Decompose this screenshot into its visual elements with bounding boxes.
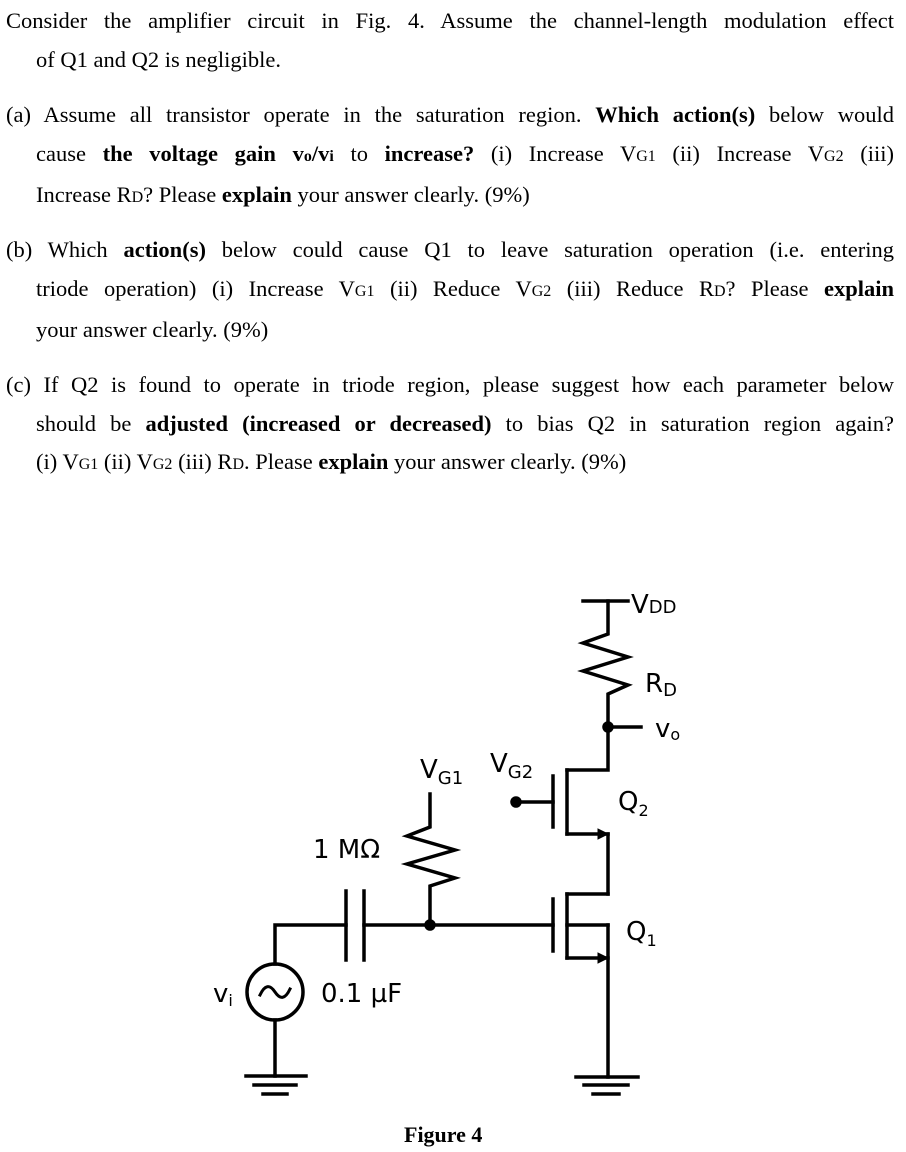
bias-resistor	[400, 792, 462, 927]
circuit-diagram: VDD RD vo VG1 VG2 Q2 Q1 1 MΩ 0.1 µF vi	[213, 590, 680, 1096]
q2-label: Q2	[618, 787, 649, 820]
q1-transistor	[551, 892, 610, 1079]
ground-left-icon	[244, 1074, 308, 1096]
coupling-capacitor	[344, 889, 366, 962]
vg1-label: VG1	[420, 755, 463, 789]
vi-label: vi	[213, 979, 233, 1010]
capacitor-value: 0.1 µF	[321, 979, 402, 1009]
vo-label: vo	[655, 714, 680, 744]
ground-right-icon	[574, 1075, 640, 1096]
vdd-label: VDD	[631, 590, 677, 620]
rd-label: RD	[645, 669, 677, 701]
rd-resistor	[565, 599, 634, 772]
input-wire	[273, 923, 348, 966]
vg2-label: VG2	[490, 749, 533, 783]
q1-label: Q1	[626, 917, 657, 950]
resistor-value: 1 MΩ	[313, 835, 380, 865]
figure-caption: Figure 4	[404, 1122, 483, 1147]
ac-source-icon	[245, 962, 305, 1022]
q2-transistor	[510, 768, 610, 896]
